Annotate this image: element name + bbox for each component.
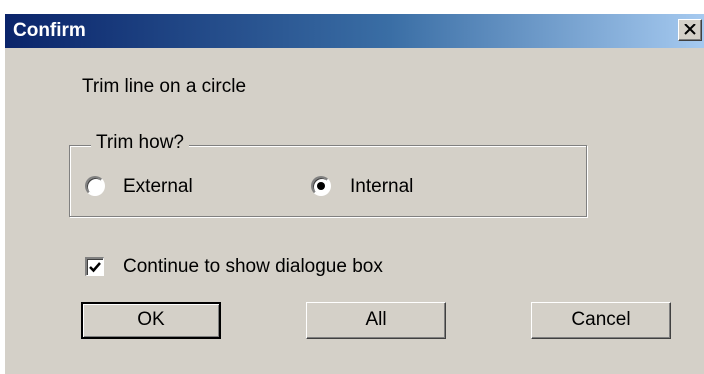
groupbox-label: Trim how?	[91, 132, 189, 154]
radio-internal[interactable]	[311, 176, 331, 196]
ok-button[interactable]: OK	[81, 302, 221, 339]
radio-selected-dot	[317, 182, 325, 190]
radio-internal-label[interactable]: Internal	[350, 176, 413, 198]
radio-external-label[interactable]: External	[123, 176, 193, 198]
checkmark-icon	[89, 262, 101, 273]
prompt-text: Trim line on a circle	[82, 76, 247, 97]
show-dialogue-label[interactable]: Continue to show dialogue box	[123, 256, 383, 278]
close-icon	[684, 24, 696, 35]
cancel-button[interactable]: Cancel	[531, 302, 671, 339]
radio-external[interactable]	[85, 176, 105, 196]
confirm-dialog: Confirm Trim line on a circle Trim how? …	[4, 14, 704, 374]
title-bar: Confirm	[5, 14, 704, 48]
show-dialogue-checkbox[interactable]	[85, 257, 104, 276]
all-button[interactable]: All	[306, 302, 446, 339]
close-button[interactable]	[678, 19, 702, 41]
window-title: Confirm	[13, 20, 86, 41]
